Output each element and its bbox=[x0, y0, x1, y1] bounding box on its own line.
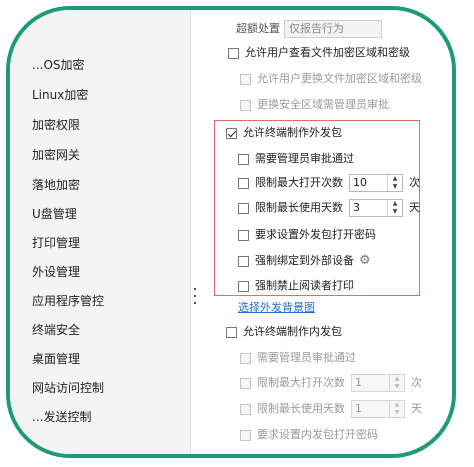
sidebar-item-usb-management[interactable]: U盘管理 bbox=[32, 203, 77, 225]
external-limit-open-option[interactable]: 限制最大打开次数 10 ▲ ▼ 次 bbox=[238, 174, 420, 192]
checkbox[interactable] bbox=[238, 153, 249, 165]
stepper-down-icon[interactable]: ▼ bbox=[388, 208, 402, 216]
allow-change-encrypted-option[interactable]: 允许用户更换文件加密区域和密级 bbox=[240, 70, 422, 88]
external-forbid-print-option[interactable]: 强制禁止阅读者打印 bbox=[238, 277, 354, 295]
internal-limit-open-stepper[interactable]: 1 ▲ ▼ bbox=[351, 374, 405, 392]
stepper-down-icon[interactable]: ▼ bbox=[390, 409, 404, 417]
sidebar-item-desktop-management[interactable]: 桌面管理 bbox=[32, 348, 80, 370]
checkbox[interactable] bbox=[240, 377, 251, 389]
stepper-up-icon[interactable]: ▲ bbox=[388, 175, 402, 183]
stepper-down-icon[interactable]: ▼ bbox=[390, 383, 404, 391]
internal-limit-open-option[interactable]: 限制最大打开次数 1 ▲ ▼ 次 bbox=[240, 374, 422, 392]
sidebar-item-app-control[interactable]: 应用程序管控 bbox=[32, 290, 104, 312]
overlimit-action-select[interactable]: 仅报告行为 bbox=[284, 20, 382, 38]
checkbox[interactable] bbox=[240, 429, 251, 441]
checkbox[interactable] bbox=[240, 73, 251, 85]
external-limit-days-option[interactable]: 限制最长使用天数 3 ▲ ▼ 天 bbox=[238, 199, 420, 217]
internal-require-admin-option[interactable]: 需要管理员审批通过 bbox=[240, 349, 356, 367]
checkbox[interactable] bbox=[240, 99, 251, 111]
external-limit-open-stepper[interactable]: 10 ▲ ▼ bbox=[349, 174, 403, 192]
sidebar-item-print-management[interactable]: 打印管理 bbox=[32, 232, 80, 254]
checkbox[interactable] bbox=[240, 352, 251, 364]
sidebar: ...OS加密 Linux加密 加密权限 加密网关 落地加密 U盘管理 打印管理… bbox=[10, 10, 191, 454]
checkbox[interactable] bbox=[238, 177, 249, 189]
sidebar-item-encrypt-permission[interactable]: 加密权限 bbox=[32, 114, 80, 136]
stepper-up-icon[interactable]: ▲ bbox=[390, 375, 404, 383]
sidebar-item-endpoint-security[interactable]: 终端安全 bbox=[32, 319, 80, 341]
sidebar-item-landing-encrypt[interactable]: 落地加密 bbox=[32, 174, 80, 196]
rounded-frame: ...OS加密 Linux加密 加密权限 加密网关 落地加密 U盘管理 打印管理… bbox=[6, 6, 456, 458]
stepper-down-icon[interactable]: ▼ bbox=[388, 183, 402, 191]
checkbox[interactable] bbox=[238, 229, 249, 241]
allow-view-encrypted-option[interactable]: 允许用户查看文件加密区域和密级 bbox=[228, 44, 410, 62]
checkbox[interactable] bbox=[238, 202, 249, 214]
checkbox[interactable] bbox=[238, 280, 249, 292]
allow-internal-package-option[interactable]: 允许终端制作内发包 bbox=[226, 323, 342, 341]
external-require-password-option[interactable]: 要求设置外发包打开密码 bbox=[238, 226, 376, 244]
stepper-up-icon[interactable]: ▲ bbox=[388, 200, 402, 208]
sidebar-item-os-encrypt[interactable]: ...OS加密 bbox=[32, 54, 85, 76]
checkbox-checked[interactable] bbox=[226, 127, 237, 139]
sidebar-item-linux-encrypt[interactable]: Linux加密 bbox=[32, 84, 88, 106]
internal-limit-days-option[interactable]: 限制最长使用天数 1 ▲ ▼ 天 bbox=[240, 400, 422, 418]
overlimit-action-field: 超额处置 仅报告行为 bbox=[236, 20, 382, 38]
internal-require-password-option[interactable]: 要求设置内发包打开密码 bbox=[240, 426, 378, 444]
panel-splitter-handle[interactable] bbox=[192, 288, 198, 304]
internal-limit-days-stepper[interactable]: 1 ▲ ▼ bbox=[351, 400, 405, 418]
stepper-up-icon[interactable]: ▲ bbox=[390, 401, 404, 409]
checkbox[interactable] bbox=[228, 47, 239, 59]
allow-external-package-option[interactable]: 允许终端制作外发包 bbox=[226, 124, 342, 142]
external-limit-days-stepper[interactable]: 3 ▲ ▼ bbox=[349, 199, 403, 217]
sidebar-item-web-access-control[interactable]: 网站访问控制 bbox=[32, 377, 104, 399]
overlimit-action-label: 超额处置 bbox=[236, 22, 280, 35]
change-security-admin-option[interactable]: 更换安全区域需管理员审批 bbox=[240, 96, 389, 114]
checkbox[interactable] bbox=[226, 326, 237, 338]
select-external-background-link[interactable]: 选择外发背景图 bbox=[238, 299, 315, 317]
checkbox[interactable] bbox=[238, 255, 249, 267]
sidebar-item-peripheral-management[interactable]: 外设管理 bbox=[32, 261, 80, 283]
checkbox[interactable] bbox=[240, 403, 251, 415]
sidebar-item-encrypt-gateway[interactable]: 加密网关 bbox=[32, 144, 80, 166]
external-bind-device-option[interactable]: 强制绑定到外部设备 ⚙ bbox=[238, 252, 371, 270]
external-require-admin-option[interactable]: 需要管理员审批通过 bbox=[238, 150, 354, 168]
gear-icon[interactable]: ⚙ bbox=[359, 252, 371, 270]
sidebar-item-send-control[interactable]: ...发送控制 bbox=[32, 406, 91, 428]
